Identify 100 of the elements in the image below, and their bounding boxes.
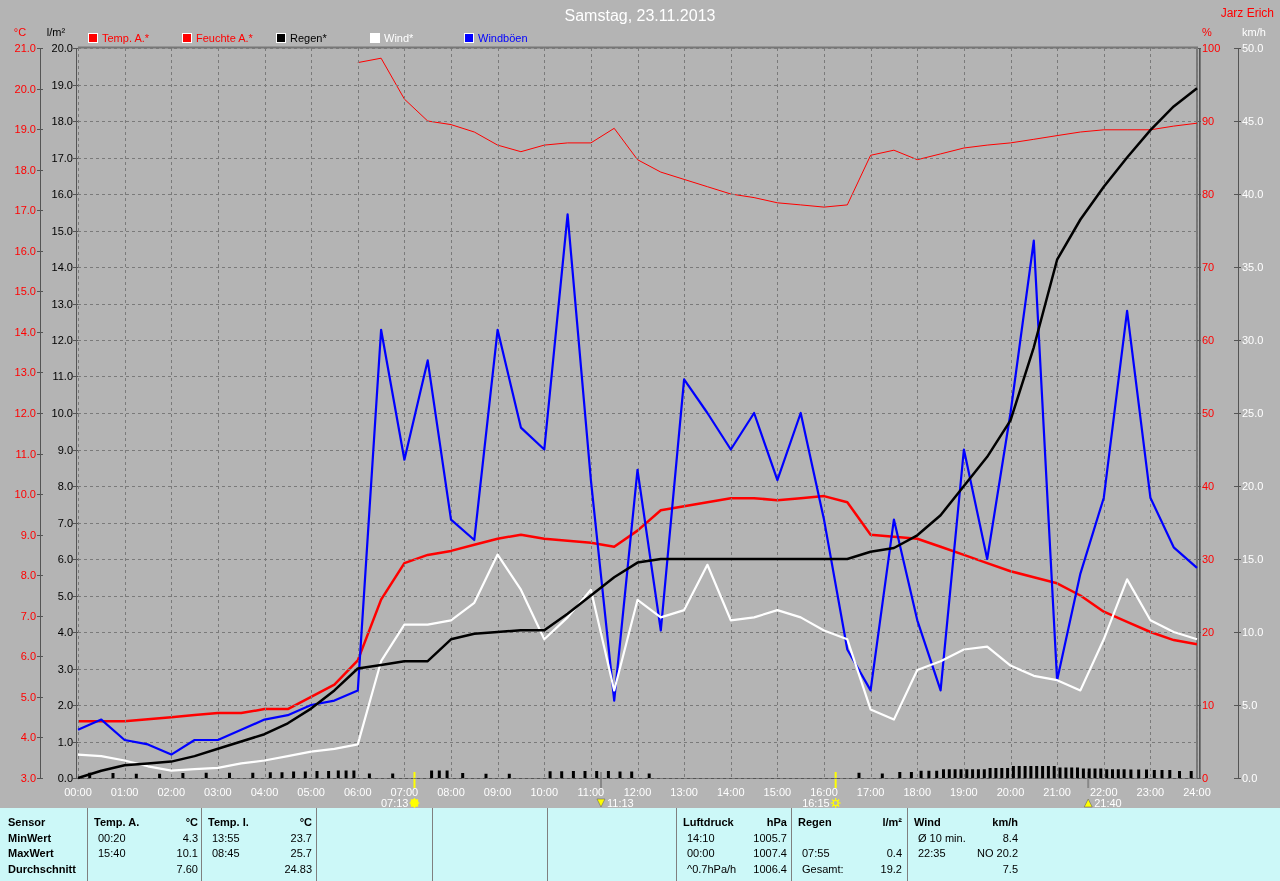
column-header: Temp. I.	[208, 815, 249, 830]
axis-tick-label: 2.0	[57, 699, 73, 711]
axis-tick-label: 13.0	[14, 366, 36, 378]
axis-tick-label: 25.0	[1242, 407, 1264, 419]
axis-tick-label: 60	[1202, 334, 1215, 346]
table-cell: 4.3	[182, 830, 198, 846]
axis-tick-label: 15:00	[763, 786, 792, 798]
axis-tick-label: 14.0	[14, 326, 36, 338]
legend-label: Windböen	[478, 32, 528, 44]
axis-tick-label: 19:00	[950, 786, 978, 798]
axis-tick-label: 7.0	[20, 610, 36, 622]
axis-tick-label: 02:00	[157, 786, 185, 798]
axis-tick-label: 0.0	[1242, 772, 1258, 784]
axis-tick-label: 21.0	[14, 42, 36, 54]
axis-tick-label: 06:00	[344, 786, 372, 798]
axis-tick-label: 15.0	[51, 225, 73, 237]
table-cell-text: 14:10	[686, 830, 715, 846]
axis-tick-label: 4.0	[57, 626, 73, 638]
axis-tick-label: 16:00	[810, 786, 838, 798]
table-cell-text: ^0.7hPa/h	[686, 861, 737, 877]
column-header: Wind	[914, 815, 941, 830]
row-label: Durchschnitt	[8, 861, 76, 877]
axis-tick-label: 20.0	[1242, 480, 1264, 492]
axis-tick-label: 24:00	[1183, 786, 1211, 798]
column-header: Luftdruck	[683, 815, 734, 830]
row-label: MinWert	[8, 830, 52, 846]
axis-tick-label: 14.0	[51, 261, 73, 273]
table-cell-text: Ø 10 min.	[917, 830, 966, 846]
table-cell-text: 00:20	[97, 830, 126, 846]
axis-tick-label: 35.0	[1242, 261, 1264, 273]
axis-tick-label: 9.0	[57, 444, 73, 456]
axis-unit-label: %	[1202, 26, 1212, 38]
axis-tick-label: 19.0	[14, 123, 36, 135]
event-time-label: 07:13	[380, 797, 409, 808]
column-header: Temp. A.	[94, 815, 140, 830]
axis-tick-label: 50	[1202, 407, 1215, 419]
table-cell-text: 15:40	[97, 846, 126, 861]
axis-tick-label: 08:00	[437, 786, 465, 798]
axis-tick-label: 12.0	[51, 334, 73, 346]
table-cell-text: 1007.4	[753, 846, 787, 861]
axis-tick-label: 30	[1202, 553, 1215, 565]
axis-tick-label: 9.0	[20, 529, 36, 541]
axis-tick-label: 17:00	[856, 786, 885, 798]
axis-tick-label: 50.0	[1242, 42, 1264, 54]
table-cell-text: 08:45	[211, 846, 240, 861]
axis-tick-label: 01:00	[110, 786, 139, 798]
axis-tick-label: 90	[1202, 115, 1215, 127]
table-cell: 1005.7	[753, 830, 787, 846]
table-cell-text: 10.1	[176, 846, 198, 861]
axis-tick-label: 20.0	[14, 83, 36, 95]
event-time-label: 11:13	[607, 797, 634, 808]
axis-tick-label: 40	[1202, 480, 1215, 492]
table-cell-text: 25.7	[290, 846, 312, 861]
axis-tick-label: 07:00	[390, 786, 419, 798]
axis-tick-label: 10.0	[14, 488, 36, 500]
axis-tick-label: 18.0	[51, 115, 73, 127]
unit-label: l/m²	[882, 815, 902, 830]
axis-tick-label: 04:00	[250, 786, 279, 798]
table-cell-text: Gesamt:	[801, 861, 844, 877]
unit-label: °C	[299, 815, 312, 830]
axis-tick-label: 16.0	[14, 245, 36, 257]
axis-tick-label: 00:00	[64, 786, 92, 798]
axis-tick-label: 45.0	[1242, 115, 1264, 127]
axis-tick-label: 22:00	[1090, 786, 1118, 798]
axis-tick-label: 03:00	[204, 786, 232, 798]
axis-tick-label: 18:00	[903, 786, 931, 798]
axis-tick-label: 12.0	[14, 407, 36, 419]
table-cell-text: 13:55	[211, 830, 240, 846]
axis-unit-label: km/h	[1242, 26, 1266, 38]
axis-tick-label: 8.0	[57, 480, 73, 492]
event-time-label: 16:15	[802, 797, 830, 808]
axis-tick-label: 15.0	[1242, 553, 1264, 565]
axis-tick-label: 0	[1202, 772, 1209, 784]
axis-tick-label: 30.0	[1242, 334, 1264, 346]
axis-tick-label: 13:00	[670, 786, 698, 798]
table-cell: 24.83	[284, 861, 312, 877]
axis-tick-label: 23:00	[1136, 786, 1165, 798]
axis-tick-label: 11.0	[15, 448, 36, 460]
axis-tick-label: 8.0	[20, 569, 36, 581]
table-cell-text: 0.4	[886, 846, 902, 861]
axis-tick-label: 4.0	[20, 731, 36, 743]
axis-tick-label: 1.0	[57, 736, 73, 748]
row-label: Sensor	[8, 815, 46, 830]
axis-tick-label: 3.0	[20, 772, 36, 784]
table-cell: 7.5	[1002, 861, 1018, 877]
axis-tick-label: 20:00	[996, 786, 1025, 798]
axis-tick-label: 14:00	[717, 786, 745, 798]
axis-tick-label: 15.0	[14, 285, 36, 297]
axis-tick-label: 5.0	[57, 590, 73, 602]
axis-tick-label: 10	[1202, 699, 1215, 711]
axis-tick-label: 10.0	[51, 407, 73, 419]
axis-tick-label: 20	[1202, 626, 1215, 638]
axis-tick-label: 21:00	[1043, 786, 1071, 798]
down-arrow-icon	[596, 798, 606, 808]
legend-label: Wind*	[384, 32, 414, 44]
axis-unit-label: °C	[13, 26, 27, 38]
axis-tick-label: 13.0	[51, 298, 73, 310]
sun-icon	[830, 797, 842, 808]
axis-tick-label: 11.0	[52, 370, 73, 382]
up-arrow-icon	[1083, 798, 1093, 808]
